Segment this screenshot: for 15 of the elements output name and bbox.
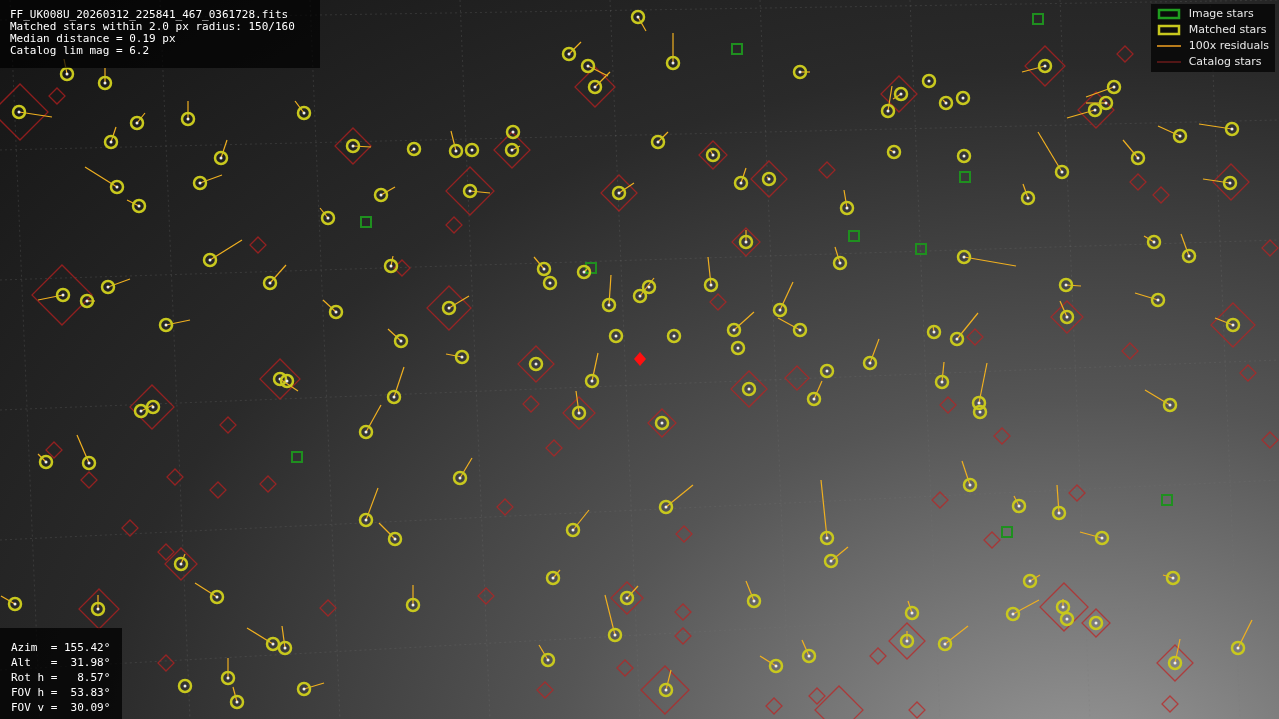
header-line: Matched stars within 2.0 px radius: 150/160 [10,21,296,33]
pointing-line: FOV v = 30.09° [11,700,111,715]
header-line: FF_UK008U_20260312_225841_467_0361728.fits [10,9,290,21]
pointing-line: Alt = 31.98° [11,655,111,670]
legend-label: Image stars [1188,5,1254,22]
pointing-line: Azim = 155.42° [11,640,111,655]
header-line: Catalog lim mag = 6.2 [10,45,151,57]
legend-label: 100x residuals [1188,37,1269,54]
matched-swatch-icon [1156,24,1181,36]
pointing-line: Rot h = 8.57° [11,670,111,685]
image-swatch-icon [1156,8,1181,20]
legend-label: Catalog stars [1188,53,1262,70]
legend-label: Matched stars [1188,21,1267,38]
pointing-line: FOV h = 53.83° [11,685,111,700]
header-line: Median distance = 0.19 px [10,33,177,45]
